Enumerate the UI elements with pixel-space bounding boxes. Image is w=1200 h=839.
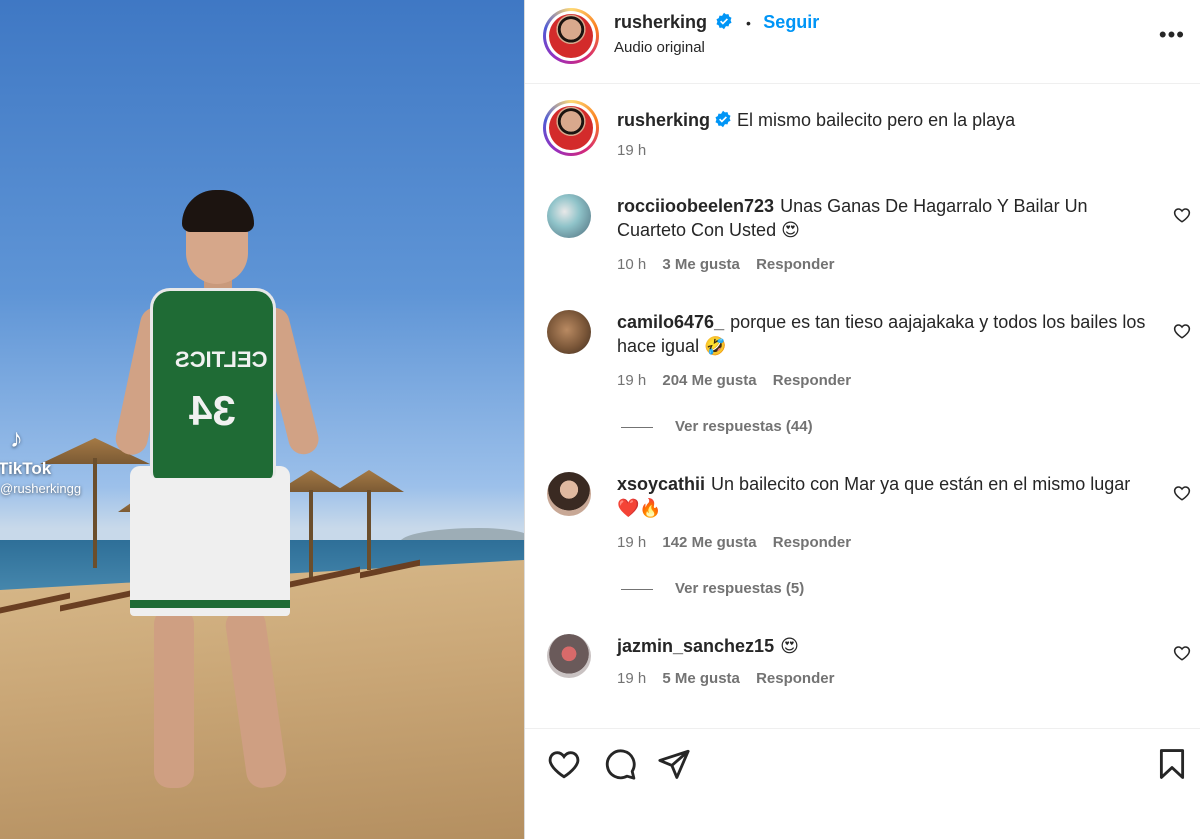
reel-video[interactable]: ♪ TikTok @rusherkingg CELTICS 34 xyxy=(0,0,524,839)
comment-username[interactable]: jazmin_sanchez15 xyxy=(617,636,774,656)
comment-username[interactable]: rocciioobeelen723 xyxy=(617,196,774,216)
more-icon[interactable]: ••• xyxy=(1159,22,1185,48)
comment-likes[interactable]: 5 Me gusta xyxy=(662,670,740,687)
comment-meta: 19 h 204 Me gusta Responder xyxy=(617,372,863,389)
post-panel: rusherking • Seguir Audio original ••• r… xyxy=(524,0,1200,839)
verified-icon xyxy=(715,110,731,128)
action-bar xyxy=(525,728,1200,839)
view-replies-button[interactable]: Ver respuestas (44) xyxy=(621,418,813,435)
comment-likes[interactable]: 204 Me gusta xyxy=(662,372,756,389)
commenter-avatar[interactable] xyxy=(547,310,591,354)
audio-label[interactable]: Audio original xyxy=(614,39,819,56)
tiktok-brand: TikTok xyxy=(0,459,52,478)
replies-line xyxy=(621,426,653,428)
comment-like-heart-icon[interactable] xyxy=(1173,484,1191,502)
caption-time: 19 h xyxy=(617,142,647,159)
avatar[interactable] xyxy=(543,8,599,64)
comment-time: 19 h xyxy=(617,670,647,687)
jersey-number: 34 xyxy=(189,387,236,434)
caption-username[interactable]: rusherking xyxy=(617,110,710,130)
comment-username[interactable]: xsoycathii xyxy=(617,474,705,494)
comment-like-heart-icon[interactable] xyxy=(1173,322,1191,340)
dancer: CELTICS 34 xyxy=(112,188,322,818)
header-username[interactable]: rusherking xyxy=(614,12,707,32)
beach-umbrella xyxy=(334,470,404,570)
follow-button[interactable]: Seguir xyxy=(763,12,819,32)
comment-meta: 19 h 5 Me gusta Responder xyxy=(617,670,846,687)
separator: • xyxy=(745,15,751,31)
caption-text: El mismo bailecito pero en la playa xyxy=(737,110,1016,130)
comment-time: 19 h xyxy=(617,372,647,389)
reply-button[interactable]: Responder xyxy=(773,372,851,389)
comments-list[interactable]: rusherking El mismo bailecito pero en la… xyxy=(525,84,1200,728)
tiktok-logo-icon: ♪ xyxy=(10,423,23,453)
verified-icon xyxy=(716,12,732,30)
view-replies-button[interactable]: Ver respuestas (5) xyxy=(621,580,804,597)
comment-like-heart-icon[interactable] xyxy=(1173,644,1191,662)
view-replies-label[interactable]: Ver respuestas (44) xyxy=(675,418,813,435)
comment-likes[interactable]: 142 Me gusta xyxy=(662,534,756,551)
comment-text: 😍 xyxy=(780,636,799,656)
commenter-avatar[interactable] xyxy=(547,472,591,516)
heart-icon[interactable] xyxy=(547,747,581,781)
comment-time: 10 h xyxy=(617,256,647,273)
jersey: CELTICS 34 xyxy=(150,288,276,478)
reply-button[interactable]: Responder xyxy=(756,256,834,273)
comment-likes[interactable]: 3 Me gusta xyxy=(662,256,740,273)
comment-like-heart-icon[interactable] xyxy=(1173,206,1191,224)
post-header: rusherking • Seguir Audio original ••• xyxy=(525,0,1200,84)
caption-avatar[interactable] xyxy=(543,100,599,156)
jersey-text: CELTICS xyxy=(175,347,268,372)
comment-time: 19 h xyxy=(617,534,647,551)
comment-meta: 10 h 3 Me gusta Responder xyxy=(617,256,846,273)
tiktok-watermark: ♪ TikTok @rusherkingg xyxy=(0,423,81,496)
caption: rusherking El mismo bailecito pero en la… xyxy=(617,108,1137,132)
commenter-avatar[interactable] xyxy=(547,194,591,238)
commenter-avatar[interactable] xyxy=(547,634,591,678)
comment-meta: 19 h 142 Me gusta Responder xyxy=(617,534,863,551)
bookmark-icon[interactable] xyxy=(1155,747,1189,781)
reply-button[interactable]: Responder xyxy=(756,670,834,687)
share-icon[interactable] xyxy=(657,747,691,781)
replies-line xyxy=(621,588,653,590)
tiktok-handle: @rusherkingg xyxy=(0,481,82,496)
comment-username[interactable]: camilo6476_ xyxy=(617,312,724,332)
view-replies-label[interactable]: Ver respuestas (5) xyxy=(675,580,804,597)
comment-icon[interactable] xyxy=(603,747,637,781)
reply-button[interactable]: Responder xyxy=(773,534,851,551)
